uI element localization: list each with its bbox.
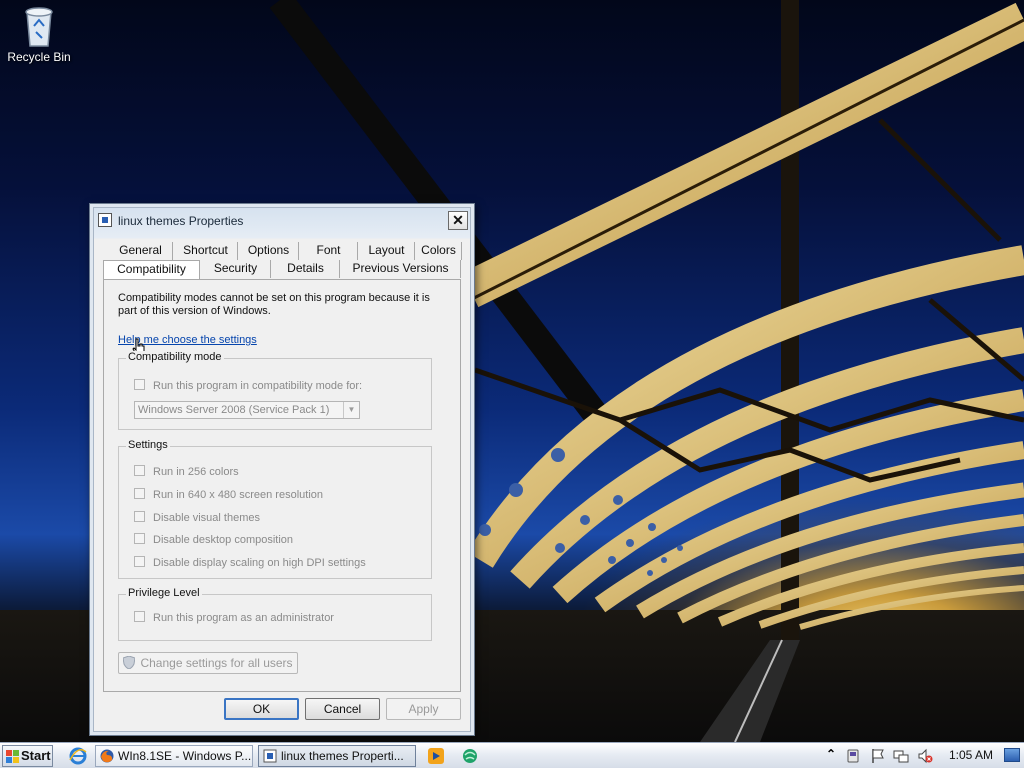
taskbar-task-firefox[interactable]: WIn8.1SE - Windows P...	[95, 745, 253, 767]
change-settings-label: Change settings for all users	[140, 656, 293, 670]
tab-compatibility[interactable]: Compatibility	[103, 260, 200, 279]
setting-checkbox[interactable]	[134, 488, 145, 499]
setting-dpi-scaling-row[interactable]: Disable display scaling on high DPI sett…	[134, 556, 366, 570]
network-globe-icon[interactable]	[461, 747, 479, 765]
compat-mode-checkbox-label: Run this program in compatibility mode f…	[153, 380, 363, 392]
setting-label: Disable display scaling on high DPI sett…	[153, 557, 366, 569]
taskbar-task-properties[interactable]: linux themes Properti...	[258, 745, 416, 767]
properties-icon	[263, 749, 277, 763]
compat-mode-checkbox[interactable]	[134, 379, 145, 390]
cancel-button[interactable]: Cancel	[305, 698, 380, 720]
taskbar: Start WIn8.1SE - Windows P... linux them…	[0, 742, 1024, 768]
tab-options[interactable]: Options	[239, 242, 299, 260]
tab-font[interactable]: Font	[300, 242, 358, 260]
setting-label: Disable visual themes	[153, 512, 260, 524]
chevron-down-icon: ▼	[343, 402, 359, 418]
setting-label: Run in 256 colors	[153, 466, 239, 478]
recycle-bin-icon	[22, 6, 56, 48]
os-version-dropdown[interactable]: Windows Server 2008 (Service Pack 1) ▼	[134, 401, 360, 419]
change-settings-all-users-button[interactable]: Change settings for all users	[118, 652, 298, 674]
desktop-icon-recycle-bin[interactable]: Recycle Bin	[6, 6, 72, 64]
usb-device-icon[interactable]	[846, 749, 860, 763]
tab-security[interactable]: Security	[201, 260, 271, 278]
tab-previous-versions[interactable]: Previous Versions	[341, 260, 461, 278]
network-status-icon[interactable]	[893, 748, 909, 764]
settings-group: Settings Run in 256 colors Run in 640 x …	[118, 439, 432, 579]
dialog-title: linux themes Properties	[118, 214, 244, 228]
apply-button[interactable]: Apply	[386, 698, 461, 720]
task-label: WIn8.1SE - Windows P...	[118, 749, 252, 763]
action-center-flag-icon[interactable]	[870, 748, 886, 764]
tab-details[interactable]: Details	[272, 260, 340, 278]
compatibility-mode-label: Compatibility mode	[126, 351, 224, 363]
uac-shield-icon	[123, 656, 136, 669]
task-label: linux themes Properti...	[281, 749, 404, 763]
setting-256-colors-row[interactable]: Run in 256 colors	[134, 465, 239, 479]
show-desktop-button[interactable]	[1004, 748, 1020, 762]
setting-checkbox[interactable]	[134, 465, 145, 476]
firefox-icon	[100, 749, 114, 763]
show-hidden-icons-chevron-up-icon[interactable]: ⌃	[826, 747, 836, 761]
compat-mode-checkbox-row[interactable]: Run this program in compatibility mode f…	[134, 379, 362, 393]
run-as-admin-label: Run this program as an administrator	[153, 612, 334, 624]
compatibility-info-text: Compatibility modes cannot be set on thi…	[118, 292, 430, 317]
compatibility-tab-page: Compatibility modes cannot be set on thi…	[103, 279, 461, 692]
dialog-titlebar[interactable]: linux themes Properties ✕	[94, 210, 470, 232]
start-label: Start	[21, 748, 51, 763]
volume-muted-icon[interactable]	[917, 748, 933, 764]
program-icon	[98, 213, 112, 227]
setting-checkbox[interactable]	[134, 556, 145, 567]
tab-layout[interactable]: Layout	[359, 242, 415, 260]
compatibility-mode-group: Compatibility mode Run this program in c…	[118, 351, 432, 430]
run-as-admin-checkbox[interactable]	[134, 611, 145, 622]
internet-explorer-icon[interactable]	[69, 747, 87, 765]
windows-logo-icon	[6, 750, 19, 763]
setting-desktop-composition-row[interactable]: Disable desktop composition	[134, 533, 293, 547]
setting-checkbox[interactable]	[134, 511, 145, 522]
privilege-level-label: Privilege Level	[126, 587, 202, 599]
setting-640x480-row[interactable]: Run in 640 x 480 screen resolution	[134, 488, 323, 502]
os-version-value: Windows Server 2008 (Service Pack 1)	[138, 404, 330, 416]
taskbar-clock[interactable]: 1:05 AM	[949, 748, 993, 762]
setting-checkbox[interactable]	[134, 533, 145, 544]
ok-button[interactable]: OK	[224, 698, 299, 720]
run-as-admin-row[interactable]: Run this program as an administrator	[134, 611, 334, 625]
tab-general[interactable]: General	[109, 242, 173, 260]
tab-shortcut[interactable]: Shortcut	[174, 242, 238, 260]
settings-label: Settings	[126, 439, 170, 451]
desktop-icon-label: Recycle Bin	[7, 50, 71, 64]
start-button[interactable]: Start	[2, 745, 53, 767]
close-icon: ✕	[452, 212, 464, 228]
close-button[interactable]: ✕	[448, 211, 468, 230]
setting-visual-themes-row[interactable]: Disable visual themes	[134, 511, 260, 525]
media-player-icon[interactable]	[427, 747, 445, 765]
properties-dialog: linux themes Properties ✕ General Shortc…	[89, 203, 475, 736]
privilege-level-group: Privilege Level Run this program as an a…	[118, 587, 432, 641]
setting-label: Run in 640 x 480 screen resolution	[153, 489, 323, 501]
tab-colors[interactable]: Colors	[416, 242, 462, 260]
setting-label: Disable desktop composition	[153, 534, 294, 546]
